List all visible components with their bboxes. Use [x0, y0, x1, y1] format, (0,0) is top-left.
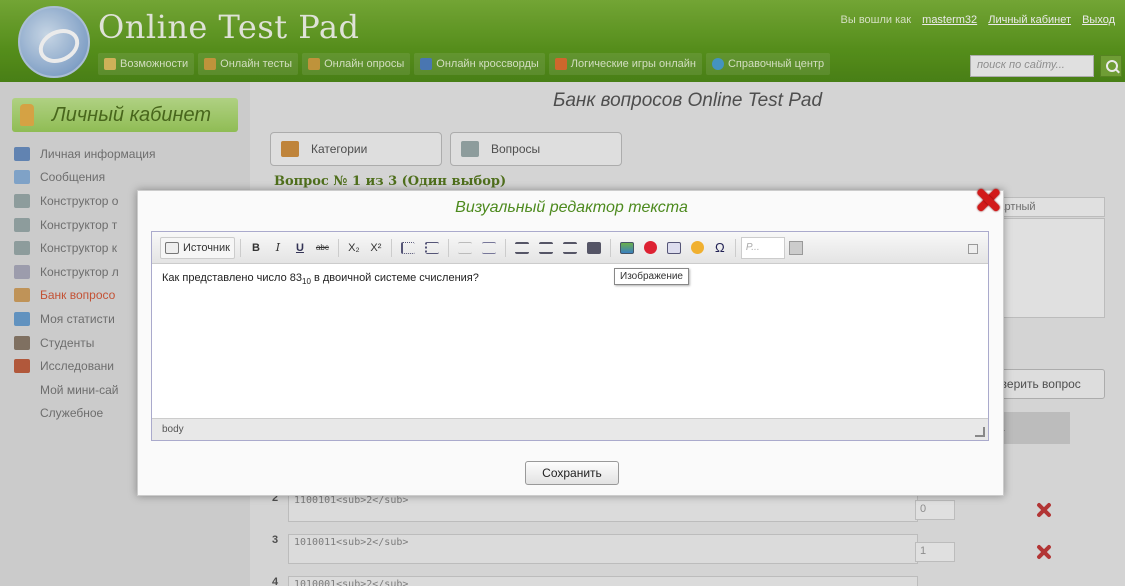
strikethrough-button[interactable]: abc [312, 237, 333, 259]
indent-icon [481, 241, 496, 254]
visual-editor-dialog: Визуальный редактор текста Источник B I … [137, 190, 1004, 496]
toolbar-separator [447, 238, 449, 257]
subscript-button[interactable]: X₂ [344, 237, 364, 259]
smiley-icon [690, 241, 704, 254]
save-button[interactable]: Сохранить [525, 461, 619, 485]
numbered-list-icon [400, 241, 415, 254]
editor-content[interactable]: Как представлено число 8310 в двоичной с… [162, 272, 962, 286]
format-select[interactable]: P... [740, 236, 785, 259]
bullet-list-button[interactable] [421, 237, 443, 259]
toolbar-separator [337, 238, 339, 257]
outdent-icon [457, 241, 472, 254]
rich-text-editor: Источник B I U abc X₂ X² Ω P... Изображе… [151, 231, 989, 441]
italic-button[interactable]: I [268, 237, 288, 259]
image-icon [619, 241, 634, 254]
close-icon[interactable] [975, 187, 1001, 213]
toolbar-separator [609, 238, 611, 257]
align-right-button[interactable] [559, 237, 581, 259]
align-justify-button[interactable] [583, 237, 605, 259]
align-left-button[interactable] [511, 237, 533, 259]
editor-toolbar: Источник B I U abc X₂ X² Ω P... [152, 232, 988, 264]
toolbar-separator [390, 238, 392, 257]
flash-icon [643, 241, 657, 254]
toolbar-separator [239, 238, 241, 257]
smiley-button[interactable] [687, 237, 708, 259]
align-left-icon [514, 241, 529, 254]
element-path[interactable]: body [162, 424, 184, 435]
align-right-icon [562, 241, 577, 254]
source-button[interactable]: Источник [160, 236, 235, 259]
dialog-title: Визуальный редактор текста [455, 199, 688, 216]
image-button[interactable] [616, 237, 638, 259]
underline-button[interactable]: U [290, 237, 310, 259]
editor-statusbar: body [152, 418, 988, 440]
toolbar-collapse-icon[interactable] [968, 244, 978, 254]
align-center-button[interactable] [535, 237, 557, 259]
toolbar-separator [504, 238, 506, 257]
numbered-list-button[interactable] [397, 237, 419, 259]
resize-handle-icon[interactable] [975, 427, 985, 437]
indent-button[interactable] [478, 237, 500, 259]
bold-button[interactable]: B [246, 237, 266, 259]
superscript-button[interactable]: X² [366, 237, 386, 259]
source-icon [165, 241, 179, 254]
bullet-list-icon [424, 241, 439, 254]
table-icon [666, 241, 681, 254]
flash-button[interactable] [640, 237, 661, 259]
outdent-button[interactable] [454, 237, 476, 259]
align-center-icon [538, 241, 553, 254]
toolbar-separator [734, 238, 736, 257]
special-char-button[interactable]: Ω [710, 237, 730, 259]
align-justify-icon [586, 241, 601, 254]
chevron-down-icon[interactable] [788, 240, 803, 255]
table-button[interactable] [663, 237, 685, 259]
